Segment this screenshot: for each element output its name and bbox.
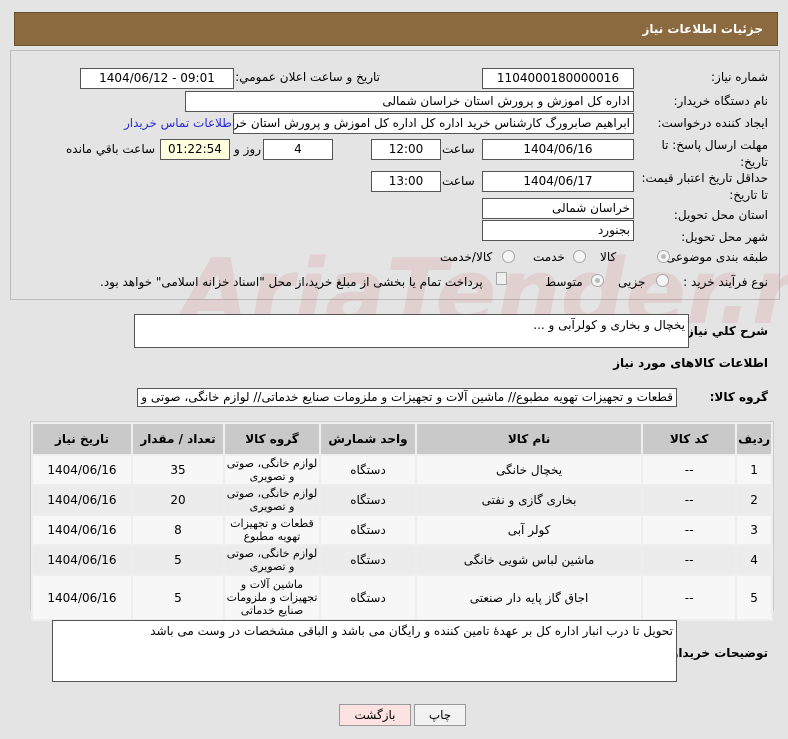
col-date: تاریخ نیاز: [31, 422, 133, 456]
table-cell: بخاری گازی و نفتی: [414, 484, 644, 516]
table-cell: دستگاه: [319, 514, 417, 546]
creator-label: ایجاد کننده درخواست:: [657, 116, 768, 130]
deadline-time-field[interactable]: 12:00: [371, 139, 441, 160]
table-cell: 5: [735, 574, 773, 621]
table-cell: 1: [735, 454, 773, 486]
table-cell: 1404/06/16: [31, 454, 133, 486]
validity-time-label: ساعت: [442, 174, 475, 188]
buyer-label: نام دستگاه خریدار:: [673, 94, 769, 108]
table-cell: 8: [131, 514, 225, 546]
validity-time-field[interactable]: 13:00: [371, 171, 441, 192]
table-row: 5 -- اجاق گاز پایه دار صنعتی دستگاه ماشین آل…: [31, 574, 773, 621]
page-header: جزئیات اطلاعات نیاز: [14, 12, 778, 46]
table-cell: 5: [131, 574, 225, 621]
announce-label: تاریخ و ساعت اعلان عمومي:: [235, 70, 380, 84]
process-minor-radio[interactable]: [656, 274, 669, 287]
remaining-label: ساعت باقي مانده: [66, 142, 156, 156]
col-group: گروه کالا: [223, 422, 321, 456]
category-service-label: خدمت: [533, 250, 565, 264]
table-cell: دستگاه: [319, 484, 417, 516]
table-cell: اجاق گاز پایه دار صنعتی: [414, 574, 644, 621]
table-cell: 5: [131, 544, 225, 576]
table-cell: دستگاه: [319, 544, 417, 576]
description-field[interactable]: یخچال و بخاری و کولرآبی و ...: [134, 314, 689, 348]
col-code: کد کالا: [641, 422, 738, 456]
table-cell: 1404/06/16: [31, 544, 133, 576]
days-label: روز و: [234, 142, 261, 156]
description-label: شرح کلي نياز:: [682, 324, 768, 338]
table-cell: 35: [131, 454, 225, 486]
table-cell: 1404/06/16: [31, 514, 133, 546]
table-cell: 3: [735, 514, 773, 546]
creator-field[interactable]: ابراهیم صابرورگ کارشناس خرید اداره کل اد…: [233, 113, 634, 134]
contact-buyer-link[interactable]: اطلاعات تماس خریدار: [124, 116, 235, 130]
category-both-radio[interactable]: [502, 250, 515, 263]
days-field[interactable]: 4: [263, 139, 333, 160]
table-cell: 4: [735, 544, 773, 576]
goods-group-field[interactable]: قطعات و تجهیزات تهویه مطبوع// ماشین آلات…: [137, 388, 677, 407]
col-qty: تعداد / مقدار: [131, 422, 225, 456]
process-medium-radio[interactable]: [591, 274, 604, 287]
buyer-field[interactable]: اداره کل اموزش و پرورش استان خراسان شمال…: [185, 91, 634, 112]
province-label: استان محل تحویل:: [673, 208, 768, 222]
category-service-radio[interactable]: [573, 250, 586, 263]
province-field[interactable]: خراسان شمالی: [482, 198, 634, 219]
category-label: طبقه بندی موضوعی:: [661, 250, 768, 264]
need-number-field[interactable]: 1104000180000016: [482, 68, 634, 89]
city-label: شهر محل تحویل:: [681, 230, 768, 244]
table-cell: 2: [735, 484, 773, 516]
validity-date-field[interactable]: 1404/06/17: [482, 171, 634, 192]
back-button[interactable]: بازگشت: [339, 704, 411, 726]
table-cell: --: [641, 454, 738, 486]
city-field[interactable]: بجنورد: [482, 220, 634, 241]
payment-note: پرداخت تمام یا بخشی از مبلغ خرید،از محل …: [100, 275, 483, 289]
goods-table-container: ردیف کد کالا نام کالا واحد شمارش گروه کا…: [30, 421, 774, 621]
remaining-time-field: 01:22:54: [160, 139, 230, 160]
buyer-notes-label: توضیحات خریدار:: [666, 646, 768, 660]
table-cell: --: [641, 544, 738, 576]
goods-group-label: گروه کالا:: [709, 390, 768, 404]
table-row: 2 -- بخاری گازی و نفتی دستگاه لوازم خانگی، ص…: [31, 484, 773, 516]
col-unit: واحد شمارش: [319, 422, 417, 456]
payment-checkbox[interactable]: [496, 272, 507, 285]
category-goods-label: کالا: [600, 250, 617, 264]
deadline-time-label: ساعت: [442, 142, 475, 156]
goods-section-title: اطلاعات کالاهای مورد نیاز: [613, 356, 768, 370]
table-cell: --: [641, 514, 738, 546]
deadline-date-field[interactable]: 1404/06/16: [482, 139, 634, 160]
table-cell: لوازم خانگی، صوتی و تصویری: [223, 454, 321, 486]
table-cell: لوازم خانگی، صوتی و تصویری: [223, 544, 321, 576]
table-cell: قطعات و تجهیزات تهویه مطبوع: [223, 514, 321, 546]
table-cell: ماشین آلات و تجهیزات و ملزومات صنایع خدم…: [223, 574, 321, 621]
table-cell: --: [641, 484, 738, 516]
process-medium-label: متوسط: [545, 275, 583, 289]
category-goods-radio[interactable]: [657, 250, 670, 263]
table-cell: ماشین لباس شویی خانگی: [414, 544, 644, 576]
process-minor-label: جزیی: [618, 275, 646, 289]
goods-table: ردیف کد کالا نام کالا واحد شمارش گروه کا…: [31, 422, 773, 621]
table-row: 1 -- یخچال خانگی دستگاه لوازم خانگی، صوتی و …: [31, 454, 773, 486]
table-cell: 1404/06/16: [31, 574, 133, 621]
category-both-label: کالا/خدمت: [440, 250, 493, 264]
table-cell: دستگاه: [319, 454, 417, 486]
table-cell: یخچال خانگی: [414, 454, 644, 486]
page-title: جزئیات اطلاعات نیاز: [642, 22, 763, 36]
table-cell: کولر آبی: [414, 514, 644, 546]
print-button[interactable]: چاپ: [414, 704, 466, 726]
buyer-notes-field[interactable]: تحویل تا درب انبار اداره کل بر عهدهٔ تام…: [52, 620, 677, 682]
col-name: نام کالا: [414, 422, 644, 456]
need-number-label: شماره نیاز:: [711, 70, 768, 84]
deadline-label: مهلت ارسال پاسخ: تا تاریخ:: [661, 138, 768, 169]
table-cell: --: [641, 574, 738, 621]
announce-field[interactable]: 1404/06/12 - 09:01: [80, 68, 234, 89]
table-row: 3 -- کولر آبی دستگاه قطعات و تجهیزات تهویه م…: [31, 514, 773, 546]
table-cell: 20: [131, 484, 225, 516]
col-row: ردیف: [735, 422, 773, 456]
process-label: نوع فرآیند خرید :: [683, 275, 768, 289]
table-row: 4 -- ماشین لباس شویی خانگی دستگاه لوازم خانگ…: [31, 544, 773, 576]
table-cell: 1404/06/16: [31, 484, 133, 516]
table-cell: دستگاه: [319, 574, 417, 621]
validity-label: حداقل تاریخ اعتبار قیمت: تا تاریخ:: [641, 171, 768, 202]
table-cell: لوازم خانگی، صوتی و تصویری: [223, 484, 321, 516]
